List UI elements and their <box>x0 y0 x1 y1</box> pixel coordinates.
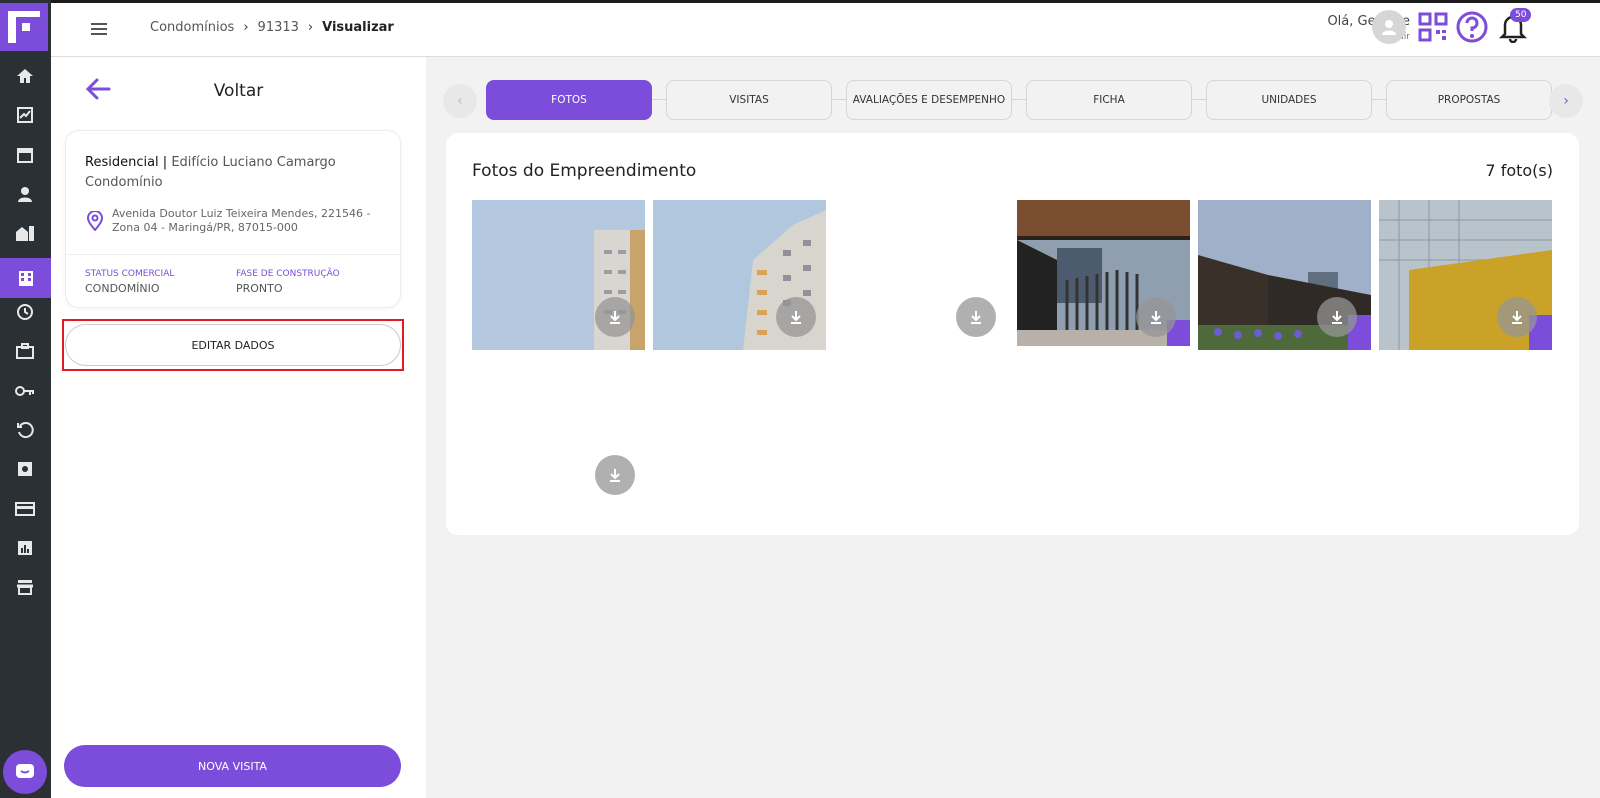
top-bar: Condomínios › 91313 › Visualizar Olá, Ge… <box>51 3 1600 57</box>
property-info-card: Residencial | Edifício Luciano Camargo C… <box>65 130 401 308</box>
apartment-icon[interactable] <box>0 258 51 298</box>
new-visit-button[interactable]: NOVA VISITA <box>64 745 401 787</box>
tab-propostas[interactable]: PROPOSTAS <box>1386 80 1552 120</box>
location-pin-icon <box>86 210 104 232</box>
status-value: CONDOMÍNIO <box>85 282 160 295</box>
download-icon[interactable] <box>595 297 635 337</box>
history-icon[interactable] <box>13 418 37 442</box>
phase-value: PRONTO <box>236 282 283 295</box>
card-divider <box>66 254 400 255</box>
download-icon[interactable] <box>1317 297 1357 337</box>
download-icon[interactable] <box>1497 297 1537 337</box>
download-icon[interactable] <box>595 455 635 495</box>
breadcrumb-condominios[interactable]: Condomínios <box>150 20 234 35</box>
photos-title: Fotos do Empreendimento <box>472 161 697 181</box>
photos-count: 7 foto(s) <box>1485 161 1553 180</box>
gear-box-icon[interactable] <box>13 457 37 481</box>
nav-rail <box>0 0 51 798</box>
breadcrumb-current: Visualizar <box>322 20 394 35</box>
key-icon[interactable] <box>13 379 37 403</box>
download-icon[interactable] <box>956 297 996 337</box>
property-name: Residencial | Edifício Luciano Camargo C… <box>85 153 385 193</box>
photos-card: Fotos do Empreendimento 7 foto(s) <box>446 133 1579 535</box>
qr-code-icon[interactable] <box>1418 12 1448 42</box>
breadcrumb: Condomínios › 91313 › Visualizar <box>150 20 394 35</box>
chat-icon[interactable] <box>3 750 47 794</box>
card-icon[interactable] <box>13 497 37 521</box>
tab-unidades[interactable]: UNIDADES <box>1206 80 1372 120</box>
status-label: STATUS COMERCIAL <box>85 269 175 279</box>
edit-data-button[interactable]: EDITAR DADOS <box>65 324 401 366</box>
tab-visitas[interactable]: VISITAS <box>666 80 832 120</box>
tab-fotos[interactable]: FOTOS <box>486 80 652 120</box>
property-separator: | <box>158 155 172 170</box>
app-logo[interactable] <box>0 3 48 51</box>
building-icon[interactable] <box>13 221 37 245</box>
tab-avaliacoes[interactable]: AVALIAÇÕES E DESEMPENHO <box>846 80 1012 120</box>
tabs-prev-chevron-icon[interactable]: ‹ <box>443 84 477 118</box>
briefcase-icon[interactable] <box>13 339 37 363</box>
detail-panel: Voltar Residencial | Edifício Luciano Ca… <box>51 57 426 798</box>
tabs-next-chevron-icon[interactable]: › <box>1549 84 1583 118</box>
tab-ficha[interactable]: FICHA <box>1026 80 1192 120</box>
phase-label: FASE DE CONSTRUÇÃO <box>236 269 340 279</box>
download-icon[interactable] <box>1136 297 1176 337</box>
back-title: Voltar <box>213 81 264 101</box>
breadcrumb-separator: › <box>243 20 249 35</box>
menu-icon[interactable] <box>91 21 111 37</box>
report-icon[interactable] <box>13 536 37 560</box>
notification-badge: 50 <box>1510 8 1532 22</box>
property-address: Avenida Doutor Luiz Teixeira Mendes, 221… <box>112 207 371 234</box>
breadcrumb-id[interactable]: 91313 <box>258 20 299 35</box>
home-icon[interactable] <box>13 64 37 88</box>
calendar-icon[interactable] <box>13 143 37 167</box>
property-kind: Residencial <box>85 155 159 170</box>
chart-icon[interactable] <box>13 103 37 127</box>
download-icon[interactable] <box>776 297 816 337</box>
avatar[interactable] <box>1372 10 1406 44</box>
clock-icon[interactable] <box>13 300 37 324</box>
person-icon[interactable] <box>13 182 37 206</box>
store-icon[interactable] <box>13 575 37 599</box>
breadcrumb-separator: › <box>307 20 314 35</box>
help-icon[interactable] <box>1455 10 1489 44</box>
